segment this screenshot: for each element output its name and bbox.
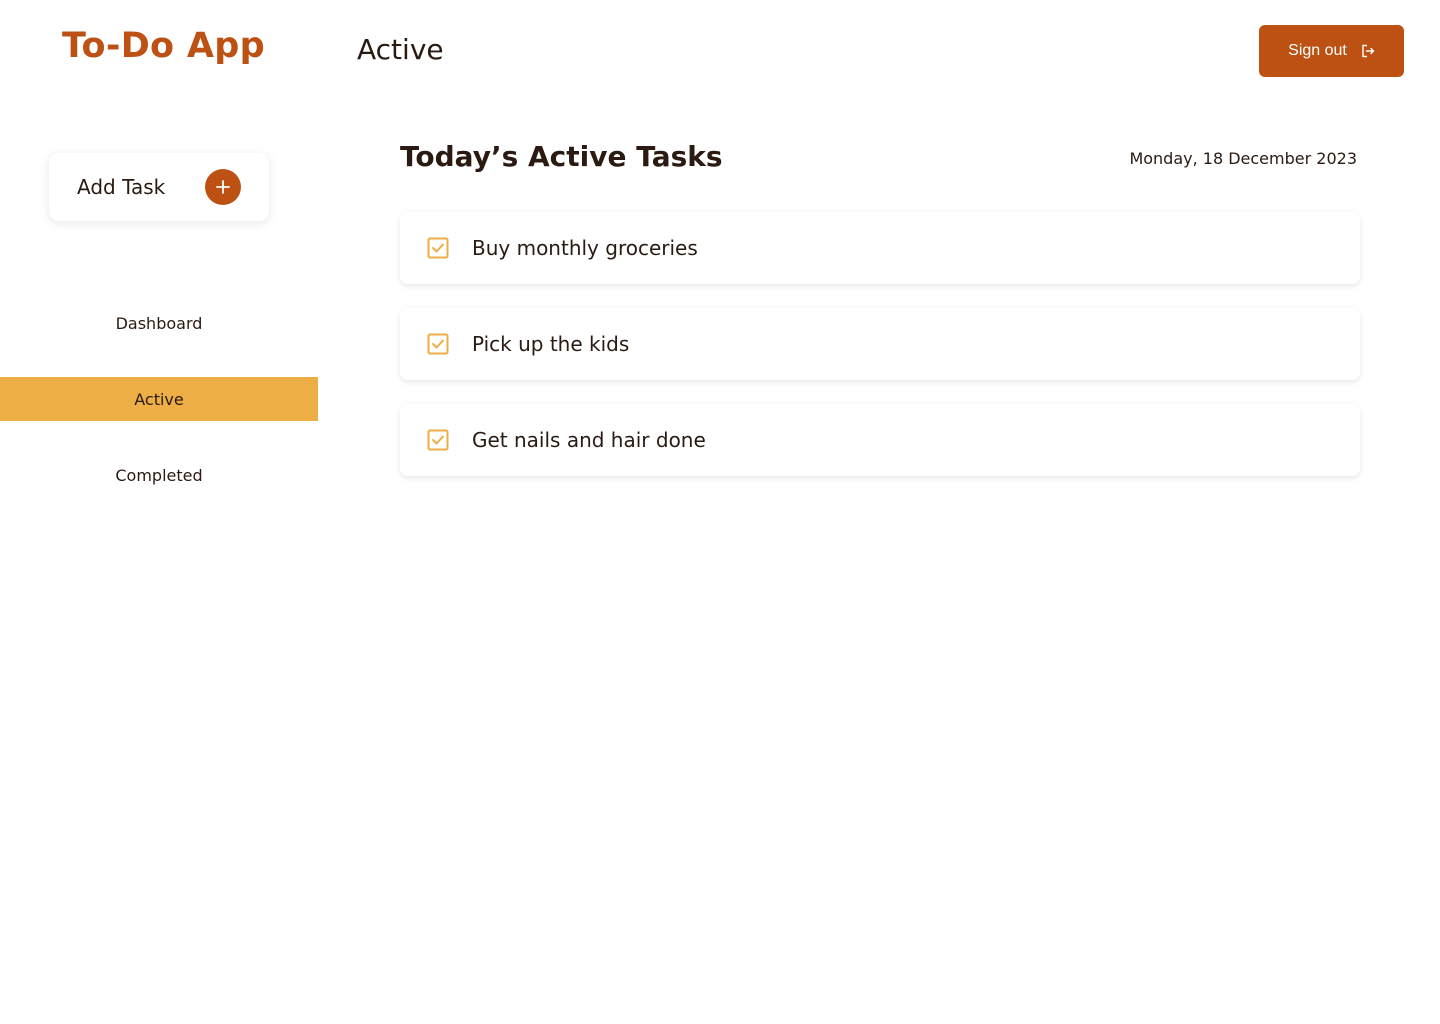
sign-out-label: Sign out [1288,42,1347,59]
task-text: Buy monthly groceries [472,236,698,260]
add-task-label: Add Task [77,175,166,199]
date-label: Monday, 18 December 2023 [1129,149,1357,168]
plus-icon [216,180,230,194]
app-root: To-Do App Add Task Dashboard Active Comp… [0,0,1440,1024]
add-task-button[interactable] [205,169,241,205]
checkbox-checked-icon[interactable] [427,237,449,259]
checkbox-checked-icon[interactable] [427,429,449,451]
section-title: Today’s Active Tasks [400,140,723,173]
sidebar-item-dashboard[interactable]: Dashboard [0,301,318,345]
task-text: Get nails and hair done [472,428,706,452]
task-item[interactable]: Buy monthly groceries [400,212,1360,284]
app-logo: To-Do App [62,26,265,66]
sidebar-item-completed[interactable]: Completed [0,453,318,497]
sign-out-button[interactable]: Sign out [1259,25,1404,77]
sidebar-nav: Dashboard Active Completed [0,301,318,529]
sign-out-icon [1362,44,1375,58]
sidebar-item-active[interactable]: Active [0,377,318,421]
page-title: Active [357,33,444,66]
task-list: Buy monthly groceries Pick up the kids G… [400,212,1360,500]
checkbox-checked-icon[interactable] [427,333,449,355]
task-text: Pick up the kids [472,332,630,356]
add-task-card[interactable]: Add Task [49,153,269,221]
task-item[interactable]: Get nails and hair done [400,404,1360,476]
task-item[interactable]: Pick up the kids [400,308,1360,380]
